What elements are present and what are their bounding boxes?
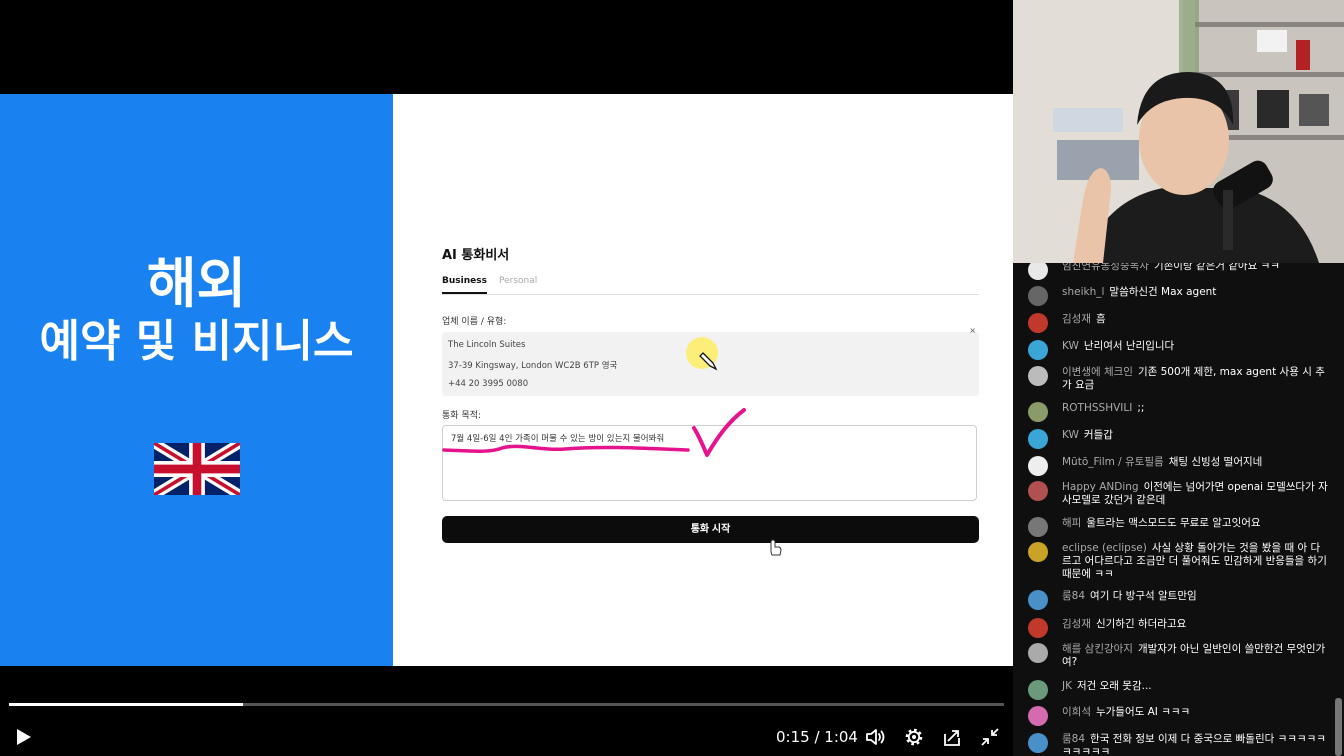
avatar[interactable] <box>1028 402 1048 422</box>
avatar[interactable] <box>1028 706 1048 726</box>
form-title: AI 통화비서 <box>442 248 510 263</box>
avatar[interactable] <box>1028 517 1048 537</box>
business-name: The Lincoln Suites <box>448 340 526 350</box>
uk-flag-icon <box>154 443 240 495</box>
chat-author[interactable]: Happy ANDing <box>1062 481 1139 493</box>
chat-author[interactable]: ROTHSSHVILI <box>1062 402 1132 414</box>
chat-author[interactable]: 해피 <box>1062 517 1081 529</box>
call-assistant-form: AI 통화비서 Business Personal 업체 이름 / 유형: Th… <box>434 236 979 556</box>
avatar[interactable] <box>1028 680 1048 700</box>
tab-personal[interactable]: Personal <box>499 274 537 288</box>
chat-text: 기존이랑 같은거 같아요 ㅋㅋ <box>1153 263 1280 272</box>
chat-message-body: Mūtō_Film / 유토필름 채팅 신빙성 떨어지네 <box>1062 456 1328 469</box>
avatar[interactable] <box>1028 429 1048 449</box>
chat-text: 말씀하신건 Max agent <box>1109 286 1217 298</box>
chat-author[interactable]: 이변생에 체크인 <box>1062 366 1133 378</box>
chat-author[interactable]: KW <box>1062 429 1079 441</box>
chat-author[interactable]: Mūtō_Film / 유토필름 <box>1062 456 1164 468</box>
video-player[interactable]: 해외 예약 및 비지니스 AI 통화비서 Business Personal 업… <box>0 0 1013 756</box>
avatar[interactable] <box>1028 481 1048 501</box>
chat-text: 누가들어도 AI ㅋㅋㅋ <box>1095 706 1191 718</box>
progress-fill <box>9 703 243 706</box>
chat-message-body: 이희석 누가들어도 AI ㅋㅋㅋ <box>1062 706 1328 719</box>
avatar[interactable] <box>1028 733 1048 753</box>
close-icon[interactable]: × <box>969 326 976 335</box>
avatar[interactable] <box>1028 542 1048 562</box>
form-tabs: Business Personal <box>442 274 979 295</box>
chat-message-body: ROTHSSHVILI;; <box>1062 402 1328 415</box>
business-label: 업체 이름 / 유형: <box>442 317 507 327</box>
chat-message-body: 김성재 흠 <box>1062 313 1328 326</box>
share-icon[interactable] <box>940 725 964 749</box>
settings-icon[interactable] <box>902 725 926 749</box>
chat-message-body: KW 난리여서 난리입니다 <box>1062 340 1328 353</box>
chat-author[interactable]: KW <box>1062 340 1079 352</box>
video-frame[interactable]: 해외 예약 및 비지니스 AI 통화비서 Business Personal 업… <box>0 94 1013 666</box>
chat-message-body: 룸84 여기 다 방구석 알트만임 <box>1062 590 1328 603</box>
progress-bar[interactable] <box>9 703 1004 706</box>
avatar[interactable] <box>1028 643 1048 663</box>
avatar[interactable] <box>1028 590 1048 610</box>
chat-author[interactable]: JK <box>1062 680 1072 692</box>
avatar[interactable] <box>1028 456 1048 476</box>
live-chat[interactable]: 임진연유동성중독자 기존이랑 같은거 같아요 ㅋㅋ sheikh_l 말씀하신건 Ma… <box>1013 263 1344 756</box>
play-icon[interactable] <box>12 726 34 748</box>
purpose-label: 통화 목적: <box>442 411 482 421</box>
chat-message-body: Happy ANDing 이전에는 넘어가면 openai 모델쓰다가 자사모델로… <box>1062 481 1328 507</box>
chat-author[interactable]: 룸84 <box>1062 590 1085 602</box>
cursor-highlight <box>686 337 718 369</box>
chat-message-body: JK 저건 오래 못감... <box>1062 680 1328 693</box>
slide-title-line-1: 해외 <box>146 252 247 315</box>
chat-author[interactable]: 룸84 <box>1062 733 1085 745</box>
chat-message-body: 해피 울트라는 맥스모드도 무료로 알고잇어요 <box>1062 517 1328 530</box>
slide-left-panel: 해외 예약 및 비지니스 <box>0 94 393 666</box>
chat-author[interactable]: 임진연유동성중독자 <box>1062 263 1149 272</box>
chat-author[interactable]: 이희석 <box>1062 706 1091 718</box>
chat-text: 채팅 신빙성 떨어지네 <box>1168 456 1263 468</box>
slide-right-panel: AI 통화비서 Business Personal 업체 이름 / 유형: Th… <box>393 94 1013 666</box>
chat-message-body: eclipse (eclipse) 사실 상황 돌아가는 것을 봤을 때 아 다르… <box>1062 542 1328 581</box>
avatar[interactable] <box>1028 366 1048 386</box>
chat-author[interactable]: eclipse (eclipse) <box>1062 542 1147 554</box>
exit-fullscreen-icon[interactable] <box>978 725 1002 749</box>
streamer-webcam <box>1013 0 1344 263</box>
chat-author[interactable]: 김성재 <box>1062 618 1091 630</box>
chat-text: 흠 <box>1095 313 1106 325</box>
business-phone: +44 20 3995 0080 <box>448 379 529 389</box>
avatar[interactable] <box>1028 340 1048 360</box>
chat-author[interactable]: 김성재 <box>1062 313 1091 325</box>
slide-title-line-2: 예약 및 비지니스 <box>39 316 354 367</box>
avatar[interactable] <box>1028 618 1048 638</box>
avatar[interactable] <box>1028 286 1048 306</box>
avatar[interactable] <box>1028 313 1048 333</box>
start-call-button[interactable]: 통화 시작 <box>442 516 979 543</box>
chat-message-body: 해를 삼킨강아지 개발자가 아닌 일반인이 쓸만한건 무엇인가여? <box>1062 643 1328 669</box>
purpose-text: 7월 4일-6일 4인 가족이 머물 수 있는 방이 있는지 물어봐줘 <box>451 434 665 444</box>
chat-text: 울트라는 맥스모드도 무료로 알고잇어요 <box>1086 517 1261 529</box>
chat-message-body: 김성재 신기하긴 하더라고요 <box>1062 618 1328 631</box>
chat-message-body: 이변생에 체크인 기존 500개 제한, max agent 사용 시 추가 요금 <box>1062 366 1328 392</box>
chat-text: 난리여서 난리입니다 <box>1083 340 1175 352</box>
volume-icon[interactable] <box>864 725 888 749</box>
chat-message-body: sheikh_l 말씀하신건 Max agent <box>1062 286 1328 299</box>
time-readout: 0:15 / 1:04 <box>776 728 858 746</box>
chat-text: ;; <box>1137 402 1145 414</box>
chat-text: 여기 다 방구석 알트만임 <box>1090 590 1197 602</box>
chat-text: 커들갑 <box>1083 429 1113 441</box>
tab-business[interactable]: Business <box>442 274 487 294</box>
chat-text: 신기하긴 하더라고요 <box>1095 618 1187 630</box>
chat-author[interactable]: 해를 삼킨강아지 <box>1062 643 1133 655</box>
chat-text: 저건 오래 못감... <box>1076 680 1152 692</box>
business-address: 37-39 Kingsway, London WC2B 6TP 영국 <box>448 361 618 371</box>
chat-message-body: KW 커들갑 <box>1062 429 1328 442</box>
chat-scrollbar[interactable] <box>1335 698 1342 756</box>
webcam-image <box>1013 0 1344 263</box>
chat-message-body: 룸84 한국 전화 정보 이제 다 중국으로 빠돌린다 ㅋㅋㅋㅋㅋㅋㅋㅋㅋㅋ <box>1062 733 1328 756</box>
purpose-textarea[interactable]: 7월 4일-6일 4인 가족이 머물 수 있는 방이 있는지 물어봐줘 <box>442 425 977 501</box>
chat-author[interactable]: sheikh_l <box>1062 286 1104 298</box>
chat-text: 한국 전화 정보 이제 다 중국으로 빠돌린다 ㅋㅋㅋㅋㅋㅋㅋㅋㅋㅋ <box>1062 733 1326 756</box>
avatar[interactable] <box>1028 263 1048 280</box>
chat-message-body: 임진연유동성중독자 기존이랑 같은거 같아요 ㅋㅋ <box>1062 263 1328 273</box>
